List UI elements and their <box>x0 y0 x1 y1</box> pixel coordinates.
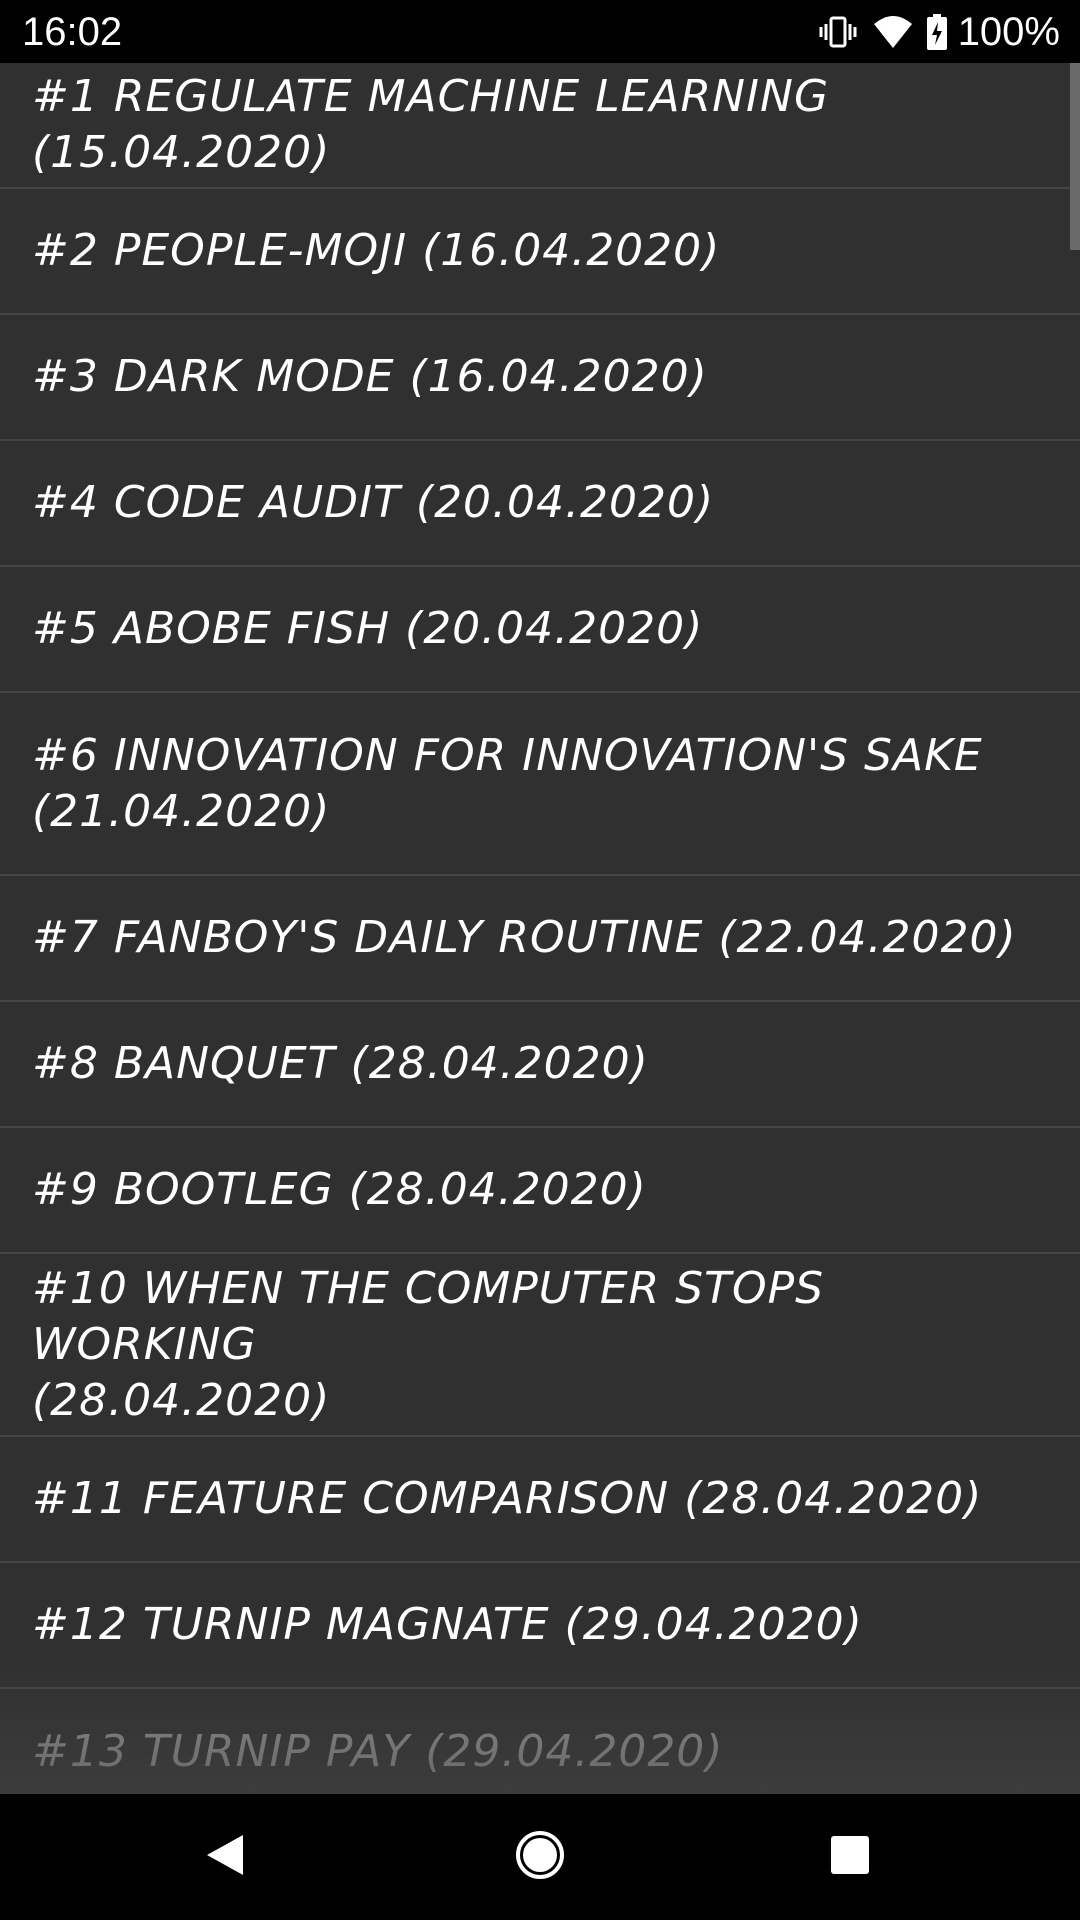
status-icons: 100% <box>818 8 1060 56</box>
list-item[interactable]: #5 ABOBE FISH (20.04.2020) <box>0 567 1080 693</box>
home-icon <box>514 1829 566 1886</box>
list-item[interactable]: #8 BANQUET (28.04.2020) <box>0 1002 1080 1128</box>
status-time: 16:02 <box>22 10 123 54</box>
list-item[interactable]: #9 BOOTLEG (28.04.2020) <box>0 1128 1080 1254</box>
list-item[interactable]: #4 CODE AUDIT (20.04.2020) <box>0 441 1080 567</box>
list-item[interactable]: #10 WHEN THE COMPUTER STOPS WORKING (28.… <box>0 1254 1080 1437</box>
recents-button[interactable] <box>810 1817 890 1897</box>
navigation-bar <box>0 1794 1080 1920</box>
home-button[interactable] <box>500 1817 580 1897</box>
list-item[interactable]: #11 FEATURE COMPARISON (28.04.2020) <box>0 1437 1080 1563</box>
scrollbar-thumb[interactable] <box>1070 63 1080 250</box>
vibrate-icon <box>818 12 858 52</box>
comic-list[interactable]: #1 REGULATE MACHINE LEARNING (15.04.2020… <box>0 63 1080 1794</box>
list-item[interactable]: #13 TURNIP PAY (29.04.2020) <box>0 1689 1080 1794</box>
wifi-icon <box>872 12 914 52</box>
list-item[interactable]: #7 FANBOY'S DAILY ROUTINE (22.04.2020) <box>0 876 1080 1002</box>
battery-charging-icon <box>926 12 948 52</box>
list-item[interactable]: #2 PEOPLE-MOJI (16.04.2020) <box>0 189 1080 315</box>
list-item[interactable]: #1 REGULATE MACHINE LEARNING (15.04.2020… <box>0 63 1080 189</box>
back-icon <box>201 1831 249 1884</box>
back-button[interactable] <box>185 1817 265 1897</box>
battery-percent: 100% <box>957 10 1060 54</box>
recents-icon <box>828 1833 872 1882</box>
list-item[interactable]: #12 TURNIP MAGNATE (29.04.2020) <box>0 1563 1080 1689</box>
list-item[interactable]: #3 DARK MODE (16.04.2020) <box>0 315 1080 441</box>
list-item[interactable]: #6 INNOVATION FOR INNOVATION'S SAKE (21.… <box>0 693 1080 876</box>
status-bar: 16:02 100% <box>0 0 1080 63</box>
